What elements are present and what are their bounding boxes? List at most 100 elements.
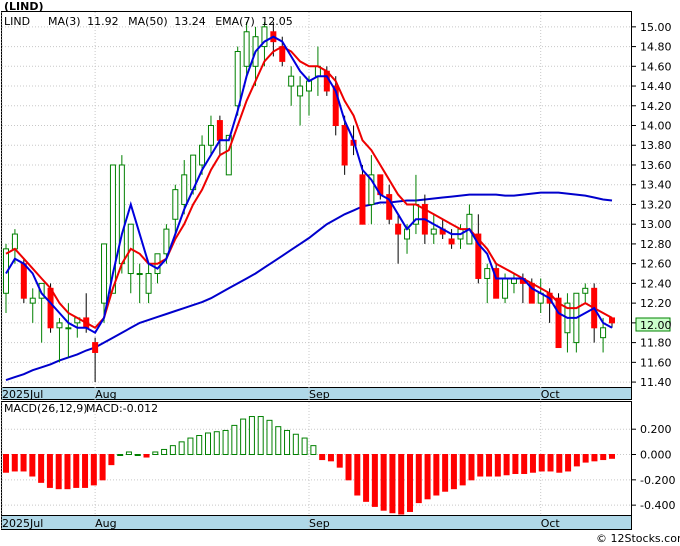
price-tick-label: 14.20 (640, 100, 672, 113)
date-label: Aug (95, 388, 116, 401)
candle-down (341, 125, 348, 166)
candle-up (56, 322, 63, 329)
candle-down (609, 317, 615, 324)
candle-up (11, 233, 18, 250)
macd-bar (433, 454, 440, 496)
watermark: © 12Stocks.com (596, 532, 680, 545)
legend-ma50-label: MA(50) (128, 15, 168, 28)
macd-bar (73, 454, 80, 488)
macd-bar (205, 432, 211, 456)
price-tick-label: 13.00 (640, 218, 672, 231)
price-tick-label: 12.20 (640, 297, 672, 310)
macd-bar (573, 454, 580, 467)
macd-tick-label: -0.400 (640, 499, 675, 512)
macd-bar (319, 454, 326, 461)
candle-up (199, 144, 206, 166)
macd-bar (90, 454, 97, 486)
date-label: Aug (95, 517, 116, 530)
price-tick-label: 13.40 (640, 179, 672, 192)
macd-tick-label: 0.200 (640, 423, 672, 436)
candle-up (181, 174, 188, 205)
macd-bar (354, 454, 361, 496)
macd-bar (213, 431, 220, 456)
candle-up (118, 164, 125, 265)
price-tick-label: 14.00 (640, 120, 672, 133)
macd-bar (143, 454, 150, 458)
legend-ema7-value: 12.05 (261, 15, 293, 28)
price-tick-label: 14.60 (640, 60, 672, 73)
macd-bar (380, 454, 387, 511)
candle-down (279, 46, 286, 62)
macd-bar (336, 454, 343, 468)
macd-bar (310, 445, 317, 456)
candle-up (288, 75, 295, 87)
macd-bar (591, 454, 598, 462)
candle-down (395, 223, 402, 235)
macd-bar (398, 454, 405, 515)
macd-bar (257, 416, 264, 456)
macd-bar (161, 448, 168, 456)
price-tick-label: 14.80 (640, 41, 672, 54)
macd-bar (371, 454, 378, 507)
macd-tick-label: -0.200 (640, 474, 675, 487)
price-tick-label: 12.40 (640, 277, 672, 290)
macd-bar (284, 429, 291, 456)
macd-bar (609, 454, 615, 459)
macd-bar (415, 454, 422, 504)
date-label: Oct (541, 517, 561, 530)
date-label: Sep (309, 517, 330, 530)
candle-up (145, 273, 152, 294)
last-price-value: 12.00 (640, 319, 672, 332)
macd-bar (468, 454, 475, 481)
macd-bar (178, 441, 185, 456)
macd-legend-value: MACD:-0.012 (86, 402, 158, 415)
macd-bar (222, 429, 229, 456)
macd-legend-name: MACD(26,12,9) (4, 402, 88, 415)
macd-bar (108, 454, 115, 466)
candle-up (582, 287, 589, 294)
macd-bar (38, 454, 45, 483)
macd-bar (565, 454, 572, 472)
macd-bar (169, 445, 176, 456)
macd-bar (345, 454, 352, 481)
ticker-label: (LIND) (4, 0, 44, 13)
candle-up (243, 31, 250, 67)
macd-bar (486, 454, 493, 477)
macd-bar (196, 435, 203, 456)
price-tick-label: 14.40 (640, 80, 672, 93)
legend-lind: LIND (4, 15, 30, 28)
macd-bar (134, 454, 141, 457)
candle-up (136, 273, 143, 276)
macd-bar (450, 454, 457, 490)
legend-ma3-label: MA(3) (48, 15, 81, 28)
date-label: Oct (541, 388, 561, 401)
macd-bar (99, 454, 106, 481)
macd-bar (29, 454, 36, 477)
price-tick-label: 13.60 (640, 159, 672, 172)
macd-bar (125, 451, 132, 456)
candle-up (65, 327, 72, 330)
macd-bar (477, 454, 484, 477)
legend-ema7-label: EMA(7) (215, 15, 255, 28)
date-label: 2025Jul (2, 517, 43, 530)
macd-bar (442, 454, 449, 492)
macd-bar (3, 454, 9, 473)
candle-up (297, 85, 304, 97)
candle-up (207, 125, 214, 146)
price-tick-label: 11.40 (640, 376, 672, 389)
candle-down (448, 238, 455, 245)
date-label: Sep (309, 388, 330, 401)
price-tick-label: 13.20 (640, 198, 672, 211)
macd-bar (187, 437, 194, 456)
candle-down (20, 263, 27, 299)
candle-up (600, 327, 607, 339)
macd-bar (600, 454, 607, 461)
price-tick-label: 11.80 (640, 337, 672, 350)
macd-bar (512, 454, 519, 474)
macd-bar (582, 454, 589, 463)
macd-bar (266, 419, 273, 456)
candle-down (555, 297, 562, 349)
macd-bar (556, 454, 563, 473)
candle-up (234, 51, 241, 107)
macd-bar (503, 454, 510, 476)
